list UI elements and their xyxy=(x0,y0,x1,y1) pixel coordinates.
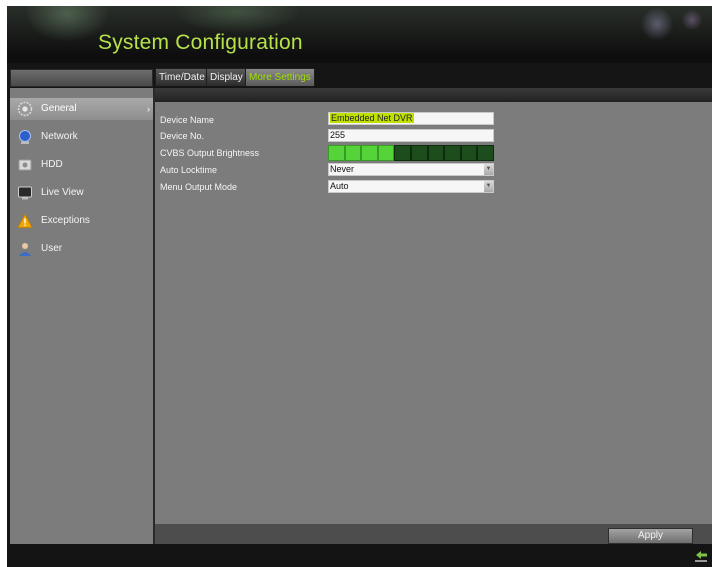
apply-button[interactable]: Apply xyxy=(608,528,693,544)
device-no-value: 255 xyxy=(330,130,346,140)
tab-time-date[interactable]: Time/Date xyxy=(155,68,209,86)
brightness-level-cell[interactable] xyxy=(410,145,428,161)
brightness-label: CVBS Output Brightness xyxy=(160,148,260,158)
brightness-level-cell[interactable] xyxy=(477,145,494,161)
settings-panel: Device Name Embedded Net DVR Device No. … xyxy=(155,88,712,544)
monitor-icon xyxy=(18,186,32,200)
brightness-level-cell[interactable] xyxy=(460,145,478,161)
dropdown-arrow-icon[interactable]: ▼ xyxy=(484,164,493,175)
warning-icon xyxy=(17,213,33,228)
header-banner: System Configuration xyxy=(7,6,712,63)
sidebar-item-label: General xyxy=(41,103,77,114)
sidebar-header xyxy=(10,69,153,87)
brightness-level-cell[interactable] xyxy=(361,145,378,161)
brightness-slider[interactable] xyxy=(328,145,494,161)
gear-icon xyxy=(17,101,33,117)
auto-locktime-label: Auto Locktime xyxy=(160,165,218,175)
auto-locktime-value: Never xyxy=(330,164,355,174)
device-no-field[interactable]: 255 xyxy=(328,129,494,142)
brightness-level-cell[interactable] xyxy=(394,145,411,161)
sidebar-item-general[interactable]: General › xyxy=(10,98,153,120)
brightness-level-cell[interactable] xyxy=(377,145,395,161)
sidebar-item-hdd[interactable]: HDD xyxy=(10,154,153,176)
sidebar-item-label: User xyxy=(41,243,63,254)
chevron-right-icon: › xyxy=(147,104,150,114)
device-name-field[interactable]: Embedded Net DVR xyxy=(328,112,494,125)
brightness-level-cell[interactable] xyxy=(328,145,345,161)
menu-output-mode-value: Auto xyxy=(330,181,349,191)
sidebar-item-exceptions[interactable]: Exceptions xyxy=(10,210,153,232)
status-bar xyxy=(7,544,712,567)
sidebar-item-network[interactable]: Network xyxy=(10,126,153,148)
app-window: System Configuration Time/Date Display M… xyxy=(7,6,712,567)
device-name-value: Embedded Net DVR xyxy=(330,113,414,123)
brightness-level-cell[interactable] xyxy=(344,145,362,161)
sidebar-item-label: Exceptions xyxy=(41,215,90,226)
sidebar-item-label: Network xyxy=(41,131,78,142)
sidebar-item-live-view[interactable]: Live View xyxy=(10,182,153,204)
sidebar-item-label: HDD xyxy=(41,159,63,170)
brightness-level-cell[interactable] xyxy=(427,145,445,161)
panel-header-strip xyxy=(155,88,712,102)
sidebar: General › Network HDD Live View Exceptio… xyxy=(10,88,155,544)
hdd-icon xyxy=(18,159,32,171)
sidebar-item-label: Live View xyxy=(41,187,84,198)
tab-more-settings[interactable]: More Settings xyxy=(245,68,315,86)
auto-locktime-select[interactable]: Never ▼ xyxy=(328,163,494,176)
device-no-label: Device No. xyxy=(160,131,205,141)
device-name-label: Device Name xyxy=(160,115,215,125)
network-globe-icon xyxy=(19,130,31,144)
brightness-level-cell[interactable] xyxy=(444,145,461,161)
back-arrow-icon[interactable] xyxy=(694,549,708,563)
menu-output-mode-select[interactable]: Auto ▼ xyxy=(328,180,494,193)
sidebar-item-user[interactable]: User xyxy=(10,238,153,260)
menu-output-mode-label: Menu Output Mode xyxy=(160,182,238,192)
user-icon xyxy=(19,243,31,256)
dropdown-arrow-icon[interactable]: ▼ xyxy=(484,181,493,192)
tab-display[interactable]: Display xyxy=(206,68,247,86)
page-title: System Configuration xyxy=(98,31,303,54)
footer-bar: Apply xyxy=(155,524,712,544)
